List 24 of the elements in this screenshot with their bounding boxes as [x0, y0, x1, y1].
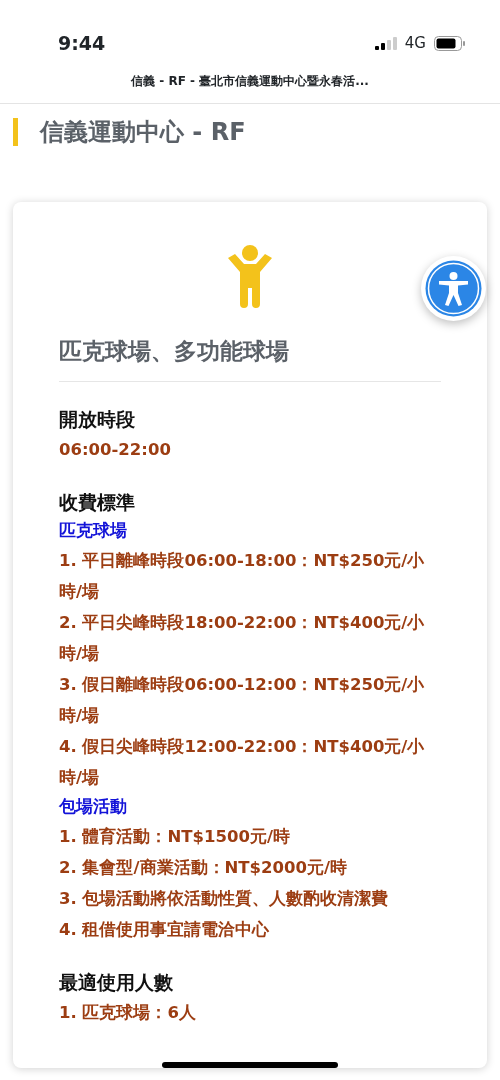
page-title: 信義運動中心 - RF	[13, 118, 500, 146]
info-text: 1. 平日離峰時段06:00-18:00：NT$250元/小時/場	[59, 549, 426, 603]
category-heading: 包場活動	[59, 795, 128, 818]
info-text: 2. 平日尖峰時段18:00-22:00：NT$400元/小時/場	[59, 611, 426, 665]
info-text: 3. 包場活動將依活動性質、人數酌收清潔費	[59, 887, 390, 910]
network-label: 4G	[404, 32, 426, 54]
status-time: 9:44	[58, 30, 106, 56]
browser-title: 信義 - RF - 臺北市信義運動中心暨永春活...	[0, 66, 500, 104]
info-text: 3. 假日離峰時段06:00-12:00：NT$250元/小時/場	[59, 673, 426, 727]
info-text: 4. 假日尖峰時段12:00-22:00：NT$400元/小時/場	[59, 735, 426, 789]
person-icon	[225, 244, 275, 310]
signal-icon	[374, 36, 397, 50]
battery-icon	[434, 35, 466, 51]
section-heading: 開放時段	[59, 406, 136, 432]
info-text: 06:00-22:00	[59, 438, 172, 461]
section-heading: 收費標準	[59, 489, 136, 515]
info-text: 1. 體育活動：NT$1500元/時	[59, 825, 291, 848]
info-text: 1. 匹克球場：6人	[59, 1001, 197, 1024]
card-title: 匹克球場、多功能球場	[59, 334, 441, 382]
info-text: 4. 租借使用事宜請電洽中心	[59, 918, 271, 941]
accessibility-button[interactable]	[421, 256, 486, 321]
info-text: 2. 集會型/商業活動：NT$2000元/時	[59, 856, 348, 879]
section-heading: 最適使用人數	[59, 969, 174, 995]
category-heading: 匹克球場	[59, 519, 128, 542]
